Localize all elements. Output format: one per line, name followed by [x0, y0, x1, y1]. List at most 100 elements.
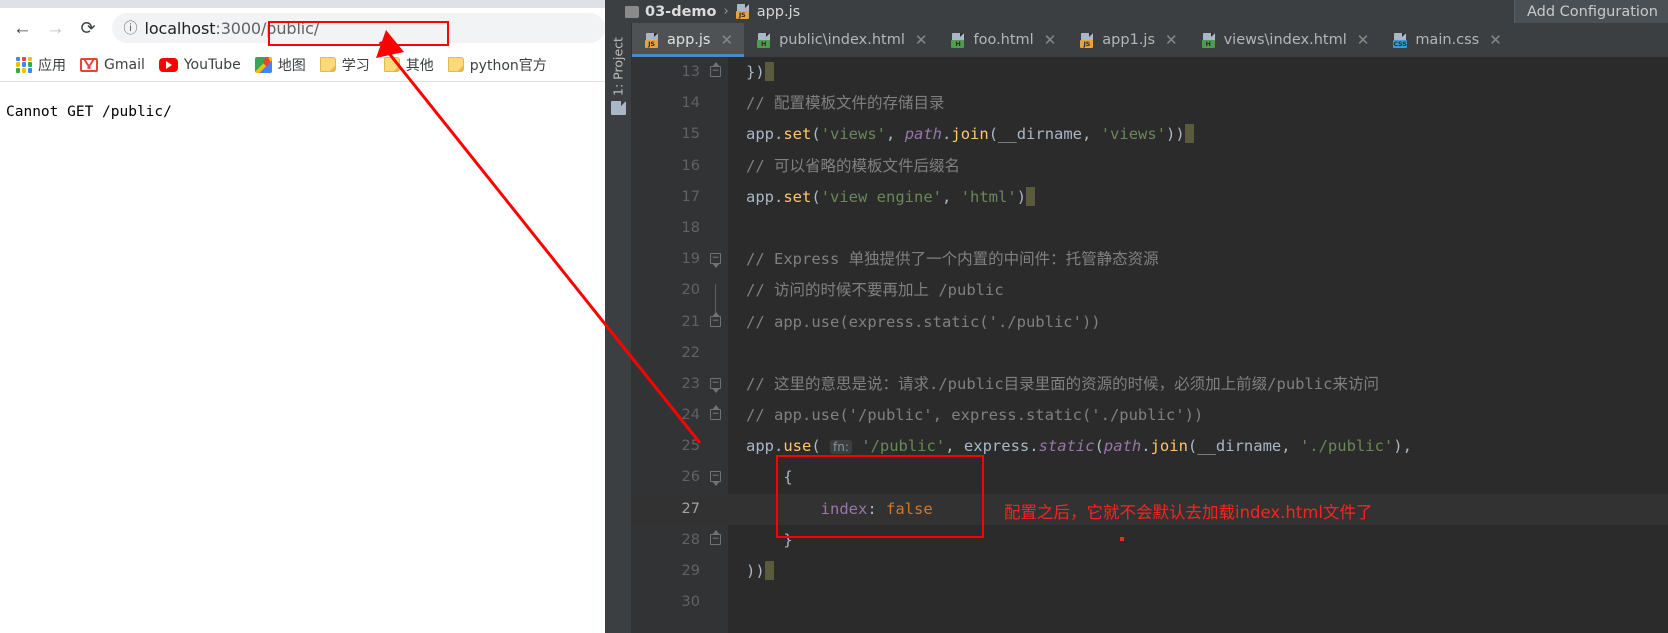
code-line[interactable]: 13−})	[632, 57, 1668, 88]
line-number: 18	[681, 219, 700, 236]
close-icon[interactable]: ✕	[721, 32, 734, 48]
line-number: 19	[681, 251, 700, 268]
maps-icon	[254, 56, 272, 73]
red-annotation-text: 配置之后，它就不会默认去加载index.html文件了	[1004, 502, 1373, 522]
close-icon[interactable]: ✕	[1044, 32, 1057, 48]
code-line[interactable]: 22	[632, 338, 1668, 369]
code-line[interactable]: 20 // 访问的时候不要再加上 /public	[632, 275, 1668, 316]
bookmark-label: YouTube	[183, 56, 241, 73]
line-number: 29	[681, 563, 700, 579]
bookmark-label: Gmail	[104, 56, 145, 73]
reload-icon[interactable]: ⟳	[72, 10, 105, 46]
line-number: 24	[681, 407, 700, 424]
breadcrumb-project[interactable]: 03-demo	[645, 4, 716, 20]
code-fold-marker[interactable]: −	[710, 62, 722, 78]
line-number: 22	[681, 344, 700, 361]
line-number: 13	[681, 64, 700, 80]
js-file-icon: JS	[735, 4, 751, 19]
url-host: localhost	[144, 18, 216, 38]
tab-app-js[interactable]: JS app.js ✕	[632, 23, 745, 57]
code-line[interactable]: 24− // app.use('/public', express.static(…	[632, 400, 1668, 431]
back-arrow-icon[interactable]: ←	[6, 10, 39, 46]
js-file-icon: JS	[1080, 32, 1095, 48]
code-line[interactable]: 23− // 这里的意思是说：请求./public目录里面的资源的时候，必须加上前…	[632, 369, 1668, 400]
ide-navigation-bar: 03-demo › JS app.js Add Configuration	[605, 0, 1668, 23]
line-number: 14	[681, 95, 700, 112]
code-fold-marker[interactable]: −	[710, 253, 722, 269]
code-line[interactable]: 21− // app.use(express.static('./public')…	[632, 307, 1668, 338]
bookmark-label: 学习	[341, 57, 370, 74]
line-number: 27	[681, 500, 700, 517]
close-icon[interactable]: ✕	[1165, 32, 1178, 48]
line-number: 30	[681, 594, 700, 611]
forward-arrow-icon[interactable]: →	[39, 10, 72, 46]
code-lines-container: 13−}) 14// 配置模板文件的存储目录 15 app.set('views', …	[632, 57, 1668, 618]
page-content: Cannot GET /public/	[0, 83, 605, 633]
code-line[interactable]: 28− }	[632, 525, 1668, 556]
code-fold-marker[interactable]	[710, 284, 722, 316]
line-number: 23	[681, 375, 700, 392]
close-icon[interactable]: ✕	[1357, 32, 1370, 48]
breadcrumb-separator: ›	[723, 4, 729, 19]
code-line-text	[728, 338, 746, 369]
code-line[interactable]: 26− {	[632, 462, 1668, 493]
code-line-text: app.set('view engine', 'html')	[728, 182, 1036, 213]
code-line[interactable]: 30	[632, 587, 1668, 618]
bookmark-folder-qita[interactable]: 其他	[377, 52, 441, 78]
tab-app1-js[interactable]: JS app1.js ✕	[1067, 23, 1188, 57]
code-fold-marker[interactable]: −	[710, 311, 722, 328]
tab-label: app1.js	[1102, 32, 1156, 48]
close-icon[interactable]: ✕	[915, 32, 928, 48]
address-bar[interactable]: ⓘ localhost:3000/public/	[112, 13, 605, 46]
bookmark-label: 地图	[277, 57, 306, 74]
line-number: 17	[681, 188, 700, 205]
code-fold-marker[interactable]: −	[710, 529, 722, 546]
close-icon[interactable]: ✕	[1489, 32, 1502, 48]
bookmark-folder-python[interactable]: python官方	[441, 52, 554, 78]
folder-icon	[447, 57, 464, 72]
bookmark-maps[interactable]: 地图	[248, 52, 313, 78]
code-line-text: // app.use(express.static('./public'))	[746, 312, 1101, 331]
code-line[interactable]: 15 app.set('views', path.join(__dirname, …	[632, 119, 1668, 150]
code-line[interactable]: 29))	[632, 556, 1668, 587]
sidebar-item-project[interactable]: 1: Project	[611, 32, 626, 102]
bookmark-gmail[interactable]: Gmail	[73, 52, 152, 78]
site-info-icon[interactable]: ⓘ	[116, 14, 144, 42]
code-line-text: // 访问的时候不要再加上 /public	[746, 281, 1004, 300]
bookmark-apps[interactable]: 应用	[9, 52, 73, 78]
tab-label: main.css	[1415, 32, 1480, 48]
bookmark-folder-xuexi[interactable]: 学习	[313, 52, 377, 78]
bookmark-youtube[interactable]: YouTube	[152, 52, 248, 78]
line-number: 21	[681, 313, 700, 330]
tab-label: app.js	[667, 32, 711, 48]
editor-tab-bar: JS app.js ✕ H public\index.html ✕ H foo.…	[632, 23, 1668, 57]
code-line[interactable]: 25 app.use( fn: '/public', express.static…	[632, 431, 1668, 462]
code-line[interactable]: 18	[632, 213, 1668, 244]
browser-toolbar: ← → ⟳ ⓘ localhost:3000/public/	[0, 8, 605, 48]
code-line[interactable]: 14 // 配置模板文件的存储目录	[632, 88, 1668, 119]
code-line-text	[728, 587, 746, 618]
tab-main-css[interactable]: CSS main.css ✕	[1380, 23, 1513, 57]
code-editor[interactable]: 配置之后，它就不会默认去加载index.html文件了 13−}) 14// 配置…	[632, 57, 1668, 633]
tab-label: views\index.html	[1223, 32, 1347, 48]
add-configuration-button[interactable]: Add Configuration	[1513, 0, 1668, 23]
code-line[interactable]: 19− // Express 单独提供了一个内置的中间件：托管静态资源	[632, 244, 1668, 275]
code-line[interactable]: 16 // 可以省略的模板文件后缀名	[632, 151, 1668, 182]
code-line-text: app.use( fn: '/public', express.static(p…	[746, 437, 1412, 456]
tab-views-index-html[interactable]: H views\index.html ✕	[1189, 23, 1381, 57]
folder-icon	[319, 57, 336, 72]
code-fold-marker[interactable]: −	[710, 405, 722, 421]
page-error-text: Cannot GET /public/	[6, 104, 172, 120]
breadcrumb-file[interactable]: app.js	[757, 4, 801, 20]
structure-file-icon[interactable]	[611, 101, 626, 115]
bookmark-label: 应用	[38, 57, 66, 74]
css-file-icon: CSS	[1393, 32, 1408, 48]
line-number: 25	[681, 438, 700, 455]
code-line[interactable]: 17 app.set('view engine', 'html')	[632, 182, 1668, 213]
line-number: 20	[681, 282, 700, 299]
tab-foo-html[interactable]: H foo.html ✕	[938, 23, 1067, 57]
code-fold-marker[interactable]: −	[710, 377, 722, 393]
code-fold-marker[interactable]: −	[710, 471, 722, 487]
tab-public-index-html[interactable]: H public\index.html ✕	[744, 23, 938, 57]
bookmarks-bar: 应用 Gmail YouTube 地图 学习 其他 python官方	[0, 48, 605, 82]
